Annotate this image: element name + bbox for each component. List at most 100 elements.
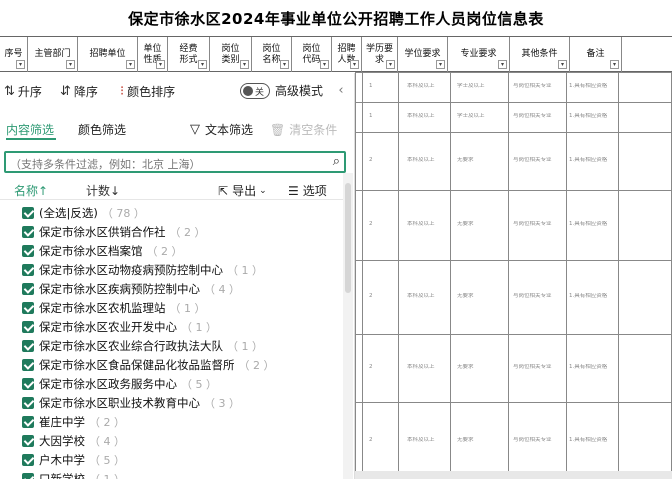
text-filter-button[interactable]: ▽ 文本筛选: [190, 121, 253, 138]
checkbox[interactable]: [22, 415, 34, 428]
checkbox[interactable]: [22, 358, 34, 371]
sheet-cell[interactable]: 1.具有相应资格: [569, 113, 615, 120]
sheet-cell[interactable]: 与岗位相关专业: [513, 221, 563, 228]
filter-list-item[interactable]: 口新学校 （ 1 ）: [22, 469, 125, 479]
sheet-cell[interactable]: 本科及以上: [407, 83, 447, 90]
sheet-cell[interactable]: 与岗位相关专业: [513, 83, 563, 90]
column-header[interactable]: 单位 性质 ▾: [138, 37, 168, 72]
checkbox[interactable]: [22, 434, 34, 447]
sheet-cell[interactable]: 与岗位相关专业: [513, 364, 563, 371]
sheet-cell[interactable]: 2: [369, 437, 391, 444]
filter-list-item[interactable]: 保定市徐水区职业技术教育中心 （ 3 ）: [22, 393, 240, 412]
sheet-cell[interactable]: 学士及以上: [457, 83, 505, 90]
checkbox[interactable]: [22, 396, 34, 409]
checkbox[interactable]: [22, 320, 34, 333]
sheet-cell[interactable]: 与岗位相关专业: [513, 437, 563, 444]
filter-dropdown-icon[interactable]: ▾: [240, 60, 249, 69]
checkbox[interactable]: [22, 263, 34, 276]
checkbox[interactable]: [22, 339, 34, 352]
sheet-cell[interactable]: 1.具有相应资格: [569, 83, 615, 90]
sheet-cell[interactable]: 无要求: [457, 157, 505, 164]
tab-color-filter[interactable]: 颜色筛选: [78, 121, 126, 138]
search-icon[interactable]: ⌕: [333, 154, 340, 169]
column-header[interactable]: 其他条件 ▾: [510, 37, 570, 72]
sheet-cell[interactable]: 学士及以上: [457, 113, 505, 120]
column-header[interactable]: 岗位 名称 ▾: [252, 37, 292, 72]
filter-list-item[interactable]: 保定市徐水区供销合作社（ 2 ）: [22, 222, 206, 241]
sheet-cell[interactable]: 本科及以上: [407, 293, 447, 300]
sheet-cell[interactable]: 2: [369, 293, 391, 300]
sheet-cell[interactable]: 2: [369, 157, 391, 164]
filter-list-item[interactable]: 保定市徐水区食品保健品化妆品监督所（ 2 ）: [22, 355, 275, 374]
filter-list-item[interactable]: 大因学校 （ 4 ）: [22, 431, 125, 450]
checkbox[interactable]: [22, 282, 34, 295]
tab-content-filter[interactable]: 内容筛选: [6, 121, 54, 138]
filter-list-item[interactable]: (全选|反选) （ 78 ）: [22, 203, 145, 222]
filter-dropdown-icon[interactable]: ▾: [280, 60, 289, 69]
sheet-cell[interactable]: 1.具有相应资格: [569, 293, 615, 300]
sheet-cell[interactable]: 本科及以上: [407, 364, 447, 371]
filter-dropdown-icon[interactable]: ▾: [436, 60, 445, 69]
filter-dropdown-icon[interactable]: ▾: [198, 60, 207, 69]
filter-list-item[interactable]: 户木中学 （ 5 ）: [22, 450, 125, 469]
checkbox[interactable]: [22, 206, 34, 219]
sheet-cell[interactable]: 本科及以上: [407, 157, 447, 164]
column-header[interactable]: 学位要求 ▾: [398, 37, 448, 72]
filter-search-box[interactable]: ⌕: [4, 151, 346, 174]
checkbox[interactable]: [22, 301, 34, 314]
sheet-cell[interactable]: 1.具有相应资格: [569, 157, 615, 164]
filter-dropdown-icon[interactable]: ▾: [558, 60, 567, 69]
sheet-cell[interactable]: 本科及以上: [407, 221, 447, 228]
scrollbar-thumb[interactable]: [345, 183, 351, 293]
column-header[interactable]: 招聘 人数 ▾: [332, 37, 362, 72]
column-header[interactable]: 专业要求 ▾: [448, 37, 510, 72]
filter-list-item[interactable]: 保定市徐水区农业开发中心 （ 1 ）: [22, 317, 217, 336]
sheet-cell[interactable]: 本科及以上: [407, 437, 447, 444]
sheet-cell[interactable]: 与岗位相关专业: [513, 293, 563, 300]
filter-dropdown-icon[interactable]: ▾: [498, 60, 507, 69]
clear-conditions-button[interactable]: 🗑 清空条件: [270, 121, 337, 138]
sheet-cell[interactable]: 1.具有相应资格: [569, 364, 615, 371]
column-header[interactable]: 岗位 代码 ▾: [292, 37, 332, 72]
sheet-cell[interactable]: 2: [369, 221, 391, 228]
sort-descending-button[interactable]: ⇵ 降序: [60, 82, 98, 100]
column-header[interactable]: 学历要求 ▾: [362, 37, 398, 72]
filter-list-item[interactable]: 保定市徐水区档案馆（ 2 ）: [22, 241, 183, 260]
filter-dropdown-icon[interactable]: ▾: [610, 60, 619, 69]
color-sort-button[interactable]: ⁝ 颜色排序: [120, 82, 175, 100]
filter-search-input[interactable]: [10, 155, 310, 174]
export-button[interactable]: ⇱ 导出 ⌄: [218, 182, 267, 199]
checkbox[interactable]: [22, 225, 34, 238]
filter-list-item[interactable]: 保定市徐水区疾病预防控制中心 （ 4 ）: [22, 279, 240, 298]
sheet-cell[interactable]: 无要求: [457, 364, 505, 371]
filter-dropdown-icon[interactable]: ▾: [386, 60, 395, 69]
horizontal-scrollbar[interactable]: [355, 471, 672, 479]
column-header[interactable]: 招聘单位 ▾: [78, 37, 138, 72]
sort-ascending-button[interactable]: ⇅ 升序: [4, 82, 42, 100]
filter-list-item[interactable]: 崔庄中学 （ 2 ）: [22, 412, 125, 431]
filter-dropdown-icon[interactable]: ▾: [350, 60, 359, 69]
advanced-mode-toggle[interactable]: 关: [240, 83, 270, 99]
sheet-cell[interactable]: 2: [369, 364, 391, 371]
sheet-cell[interactable]: 无要求: [457, 437, 505, 444]
checkbox[interactable]: [22, 244, 34, 257]
filter-dropdown-icon[interactable]: ▾: [66, 60, 75, 69]
filter-list-item[interactable]: 保定市徐水区政务服务中心 （ 5 ）: [22, 374, 217, 393]
filter-dropdown-icon[interactable]: ▾: [320, 60, 329, 69]
sheet-cell[interactable]: 与岗位相关专业: [513, 157, 563, 164]
list-scrollbar[interactable]: [343, 173, 353, 479]
column-header[interactable]: 序号 ▾: [0, 37, 28, 72]
column-header[interactable]: 经费 形式 ▾: [168, 37, 210, 72]
options-button[interactable]: ☰ 选项: [288, 182, 327, 199]
filter-dropdown-icon[interactable]: ▾: [16, 60, 25, 69]
sheet-cell[interactable]: 无要求: [457, 293, 505, 300]
sheet-cell[interactable]: 无要求: [457, 221, 505, 228]
sheet-cell[interactable]: 1.具有相应资格: [569, 437, 615, 444]
column-header[interactable]: 主管部门 ▾: [28, 37, 78, 72]
sheet-cell[interactable]: 1: [369, 113, 391, 120]
sort-by-count-button[interactable]: 计数↓: [86, 182, 120, 199]
sheet-cell[interactable]: 与岗位相关专业: [513, 113, 563, 120]
sort-by-name-button[interactable]: 名称↑: [14, 182, 48, 199]
checkbox[interactable]: [22, 472, 34, 479]
filter-list-item[interactable]: 保定市徐水区动物疫病预防控制中心 （ 1 ）: [22, 260, 263, 279]
